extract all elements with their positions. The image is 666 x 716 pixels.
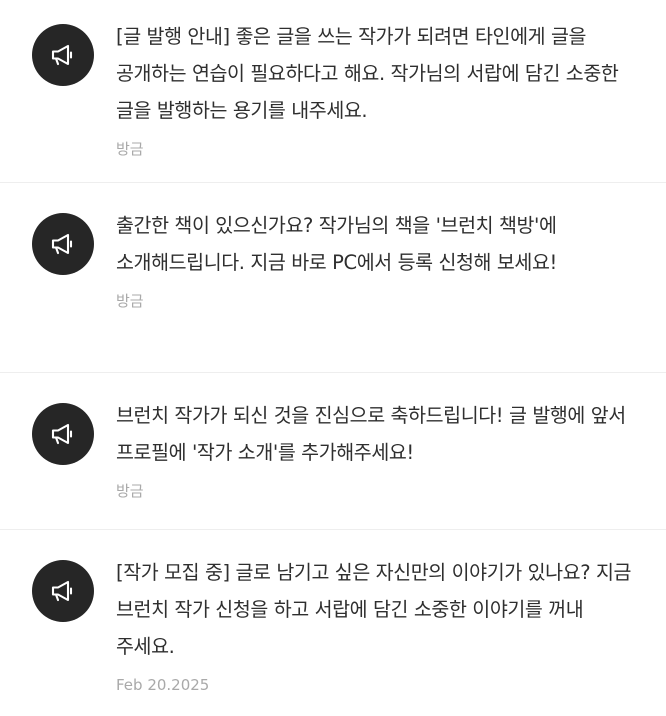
notification-content: 출간한 책이 있으신가요? 작가님의 책을 '브런치 책방'에 소개해드립니다.… [116, 213, 642, 311]
notification-text: [글 발행 안내] 좋은 글을 쓰는 작가가 되려면 타인에게 글을 공개하는 … [116, 25, 619, 122]
notification-timestamp: Feb 20.2025 [116, 676, 210, 694]
notification-content: 브런치 작가가 되신 것을 진심으로 축하드립니다! 글 발행에 앞서 프로필에… [116, 403, 642, 501]
notification-item[interactable]: [글 발행 안내] 좋은 글을 쓰는 작가가 되려면 타인에게 글을 공개하는 … [0, 0, 666, 183]
notification-text: [작가 모집 중] 글로 남기고 싶은 자신만의 이야기가 있나요? 지금 브런… [116, 561, 632, 658]
megaphone-icon [32, 24, 94, 86]
notification-text: 브런치 작가가 되신 것을 진심으로 축하드립니다! 글 발행에 앞서 프로필에… [116, 404, 626, 464]
notification-timestamp: 방금 [116, 292, 144, 310]
notification-text: 출간한 책이 있으신가요? 작가님의 책을 '브런치 책방'에 소개해드립니다.… [116, 214, 557, 274]
notification-content: [글 발행 안내] 좋은 글을 쓰는 작가가 되려면 타인에게 글을 공개하는 … [116, 24, 642, 159]
notification-list: [글 발행 안내] 좋은 글을 쓰는 작가가 되려면 타인에게 글을 공개하는 … [0, 0, 666, 716]
notification-item[interactable]: [작가 모집 중] 글로 남기고 싶은 자신만의 이야기가 있나요? 지금 브런… [0, 530, 666, 716]
notification-item[interactable]: 출간한 책이 있으신가요? 작가님의 책을 '브런치 책방'에 소개해드립니다.… [0, 183, 666, 373]
notification-content: [작가 모집 중] 글로 남기고 싶은 자신만의 이야기가 있나요? 지금 브런… [116, 560, 642, 695]
megaphone-icon [32, 560, 94, 622]
megaphone-icon [32, 213, 94, 275]
notification-timestamp: 방금 [116, 140, 144, 158]
megaphone-icon [32, 403, 94, 465]
notification-timestamp: 방금 [116, 482, 144, 500]
notification-item[interactable]: 브런치 작가가 되신 것을 진심으로 축하드립니다! 글 발행에 앞서 프로필에… [0, 373, 666, 530]
